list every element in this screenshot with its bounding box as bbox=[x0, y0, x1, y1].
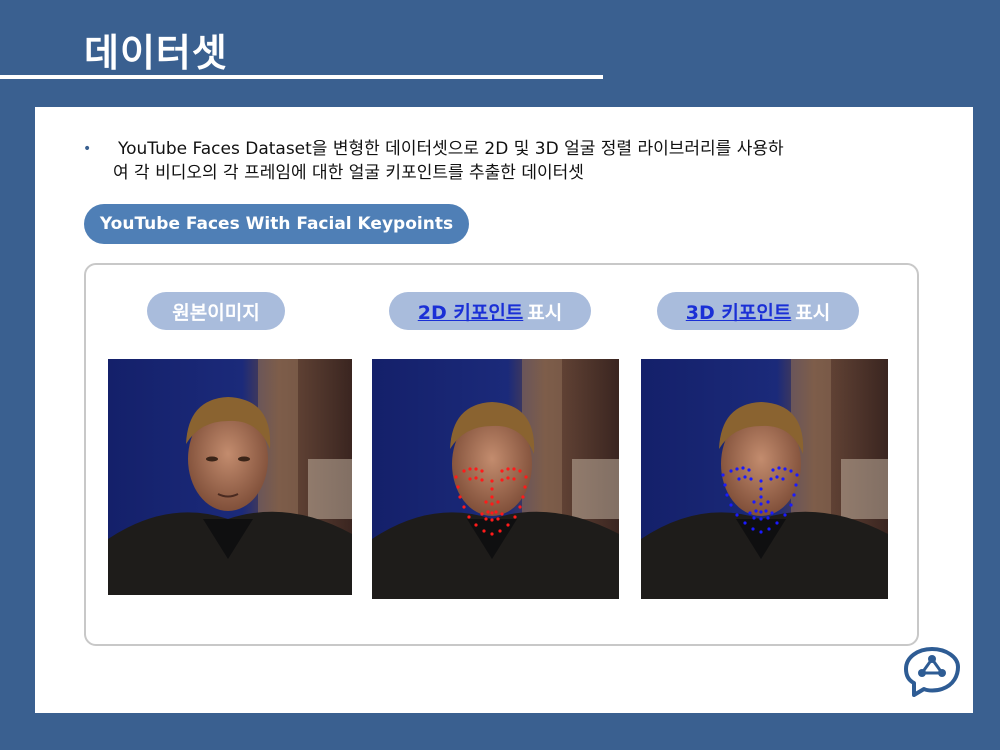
title-divider bbox=[0, 75, 603, 79]
label-3d-keypoints: 3D 키포인트 표시 bbox=[657, 292, 859, 330]
bullet-text: YouTube Faces Dataset을 변형한 데이터셋으로 2D 및 3… bbox=[113, 137, 913, 185]
label-3d-suffix: 표시 bbox=[795, 301, 831, 324]
bullet-dot-icon: • bbox=[83, 141, 92, 157]
face-2d-keypoints-image bbox=[372, 359, 619, 599]
link-2d-keypoints[interactable]: 2D 키포인트 bbox=[418, 298, 524, 325]
label-original-text: 원본이미지 bbox=[172, 301, 260, 324]
face-3d-keypoints-image bbox=[641, 359, 888, 599]
image-comparison-box: 원본이미지 2D 키포인트 표시 3D 키포인트 표시 bbox=[84, 263, 919, 646]
slide-title: 데이터셋 bbox=[84, 31, 228, 75]
dataset-name-pill: YouTube Faces With Facial Keypoints bbox=[84, 204, 469, 244]
label-2d-suffix: 표시 bbox=[527, 301, 563, 324]
brain-network-icon bbox=[900, 645, 964, 701]
label-2d-keypoints: 2D 키포인트 표시 bbox=[389, 292, 591, 330]
original-face-image bbox=[108, 359, 352, 595]
label-original-image: 원본이미지 bbox=[147, 292, 285, 330]
link-3d-keypoints[interactable]: 3D 키포인트 bbox=[686, 298, 792, 325]
content-panel: • YouTube Faces Dataset을 변형한 데이터셋으로 2D 및… bbox=[35, 107, 973, 713]
bullet-item: • YouTube Faces Dataset을 변형한 데이터셋으로 2D 및… bbox=[83, 137, 913, 185]
bullet-line-2: 여 각 비디오의 각 프레임에 대한 얼굴 키포인트를 추출한 데이터셋 bbox=[113, 163, 584, 183]
bullet-line-1: YouTube Faces Dataset을 변형한 데이터셋으로 2D 및 3… bbox=[118, 139, 784, 159]
